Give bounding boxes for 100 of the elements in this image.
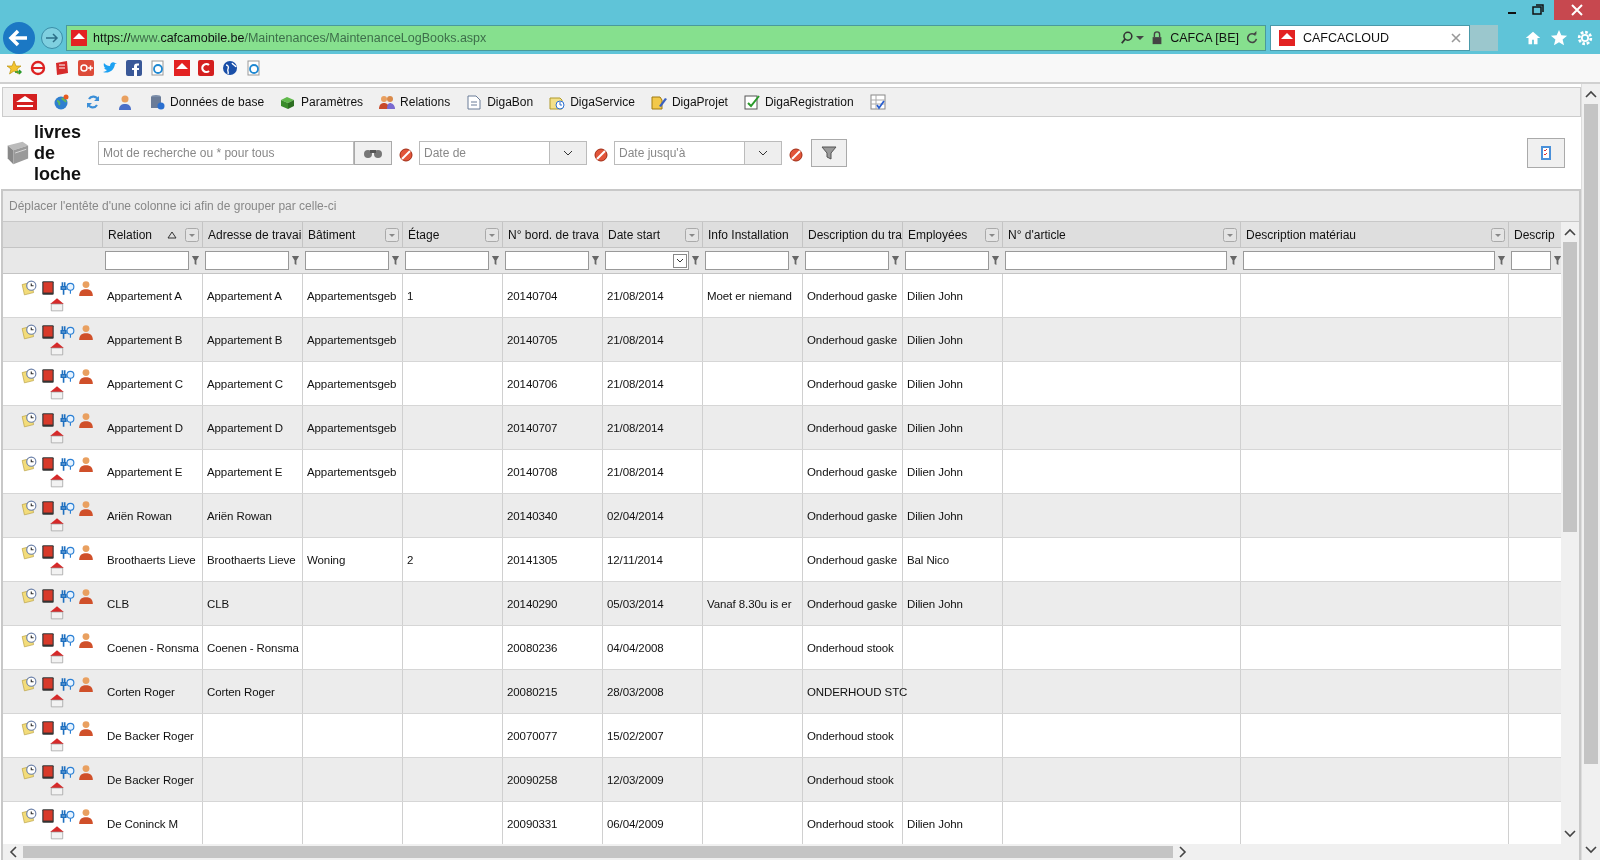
- toolbar-item[interactable]: Relations: [379, 94, 451, 110]
- person-icon[interactable]: [77, 807, 94, 824]
- column-menu-icon[interactable]: [485, 227, 499, 242]
- filter-field[interactable]: [1005, 251, 1227, 270]
- column-menu-icon[interactable]: [385, 227, 399, 242]
- table-row[interactable]: Appartement E Appartement E Appartementsgeb 20140708 21/08/2014 Onderhoud gaske Dilien John: [3, 450, 1561, 494]
- filter-field[interactable]: [1243, 251, 1495, 270]
- plug-icon[interactable]: [58, 411, 75, 428]
- column-header[interactable]: Description du tra: [803, 222, 903, 248]
- table-row[interactable]: De Backer Roger 20090258 12/03/2009 Onderhoud stook: [3, 758, 1561, 802]
- person-icon[interactable]: [77, 411, 94, 428]
- scroll-left-icon[interactable]: [9, 846, 17, 858]
- site-identity[interactable]: CAFCA [BE]: [1170, 31, 1239, 45]
- table-row[interactable]: Appartement A Appartement A Appartementsgeb 1 20140704 21/08/2014 Moet er niemand Onderhoud gaske Dilien John: [3, 274, 1561, 318]
- tablet-icon[interactable]: [39, 543, 56, 560]
- plug-icon[interactable]: [58, 499, 75, 516]
- clear-icon[interactable]: [594, 148, 608, 162]
- plug-icon[interactable]: [58, 631, 75, 648]
- site-logo-icon[interactable]: [174, 60, 190, 76]
- plug-icon[interactable]: [58, 807, 75, 824]
- toolbar-item[interactable]: Données de base: [149, 94, 265, 110]
- close-icon[interactable]: [1554, 0, 1600, 20]
- column-header[interactable]: Bâtiment: [303, 222, 403, 248]
- date-from-field[interactable]: Date de: [419, 141, 549, 165]
- toolbar-item[interactable]: Paramètres: [280, 94, 364, 110]
- plug-icon[interactable]: [58, 367, 75, 384]
- table-row[interactable]: Appartement C Appartement C Appartementsgeb 20140706 21/08/2014 Onderhoud gaske Dilien John: [3, 362, 1561, 406]
- tablet-icon[interactable]: [39, 367, 56, 384]
- date-to-field[interactable]: Date jusqu'à: [614, 141, 744, 165]
- column-header[interactable]: Descrip: [1509, 222, 1561, 248]
- tablet-icon[interactable]: [39, 587, 56, 604]
- star-add-icon[interactable]: [6, 60, 22, 76]
- column-menu-icon[interactable]: [1491, 227, 1505, 242]
- plug-icon[interactable]: [58, 279, 75, 296]
- url-text[interactable]: https://www.cafcamobile.be/Maintenances/MaintenanceLogBooks.aspx: [93, 31, 487, 45]
- scrollbar[interactable]: [1561, 222, 1579, 844]
- table-row[interactable]: Broothaerts Lieve Broothaerts Lieve Woning 2 20141305 12/11/2014 Onderhoud gaske Bal Nico: [3, 538, 1561, 582]
- column-menu-icon[interactable]: [985, 227, 999, 242]
- filter-icon[interactable]: [691, 255, 700, 266]
- person-icon[interactable]: [77, 587, 94, 604]
- table-row[interactable]: De Backer Roger 20070077 15/02/2007 Onderhoud stook: [3, 714, 1561, 758]
- person-icon[interactable]: [117, 94, 133, 110]
- tablet-icon[interactable]: [39, 279, 56, 296]
- filter-icon[interactable]: [491, 255, 500, 266]
- forward-icon[interactable]: [40, 26, 64, 50]
- toolbar-item[interactable]: DigaProjet: [650, 94, 728, 110]
- person-icon[interactable]: [77, 543, 94, 560]
- search-field[interactable]: Mot de recherche ou * pour tous: [98, 141, 354, 165]
- filter-field[interactable]: [705, 251, 789, 270]
- browser-tab[interactable]: CAFCACLOUD: [1270, 25, 1470, 51]
- filter-field[interactable]: [505, 251, 589, 270]
- scrollbar[interactable]: [3, 844, 1579, 860]
- filter-field[interactable]: [1511, 251, 1551, 270]
- person-icon[interactable]: [77, 763, 94, 780]
- filter-icon[interactable]: [1229, 255, 1238, 266]
- tablet-icon[interactable]: [39, 719, 56, 736]
- plug-icon[interactable]: [58, 543, 75, 560]
- table-row[interactable]: Corten Roger Corten Roger 20080215 28/03/2008 ONDERHOUD STC: [3, 670, 1561, 714]
- filter-icon[interactable]: [791, 255, 800, 266]
- column-header[interactable]: Étage: [403, 222, 503, 248]
- toolbar-item[interactable]: DigaService: [549, 94, 635, 110]
- facebook-icon[interactable]: [126, 60, 142, 76]
- bird-icon[interactable]: [102, 60, 118, 76]
- filter-icon[interactable]: [291, 255, 300, 266]
- person-icon[interactable]: [77, 719, 94, 736]
- plug-icon[interactable]: [58, 719, 75, 736]
- person-icon[interactable]: [77, 455, 94, 472]
- filter-icon[interactable]: [891, 255, 900, 266]
- column-header[interactable]: Description matériau: [1241, 222, 1509, 248]
- plug-icon[interactable]: [58, 763, 75, 780]
- globe-icon[interactable]: [222, 60, 238, 76]
- toolbar-item[interactable]: DigaBon: [466, 94, 534, 110]
- tablet-icon[interactable]: [39, 323, 56, 340]
- bookmark-icon[interactable]: [54, 60, 70, 76]
- google-plus-icon[interactable]: [78, 60, 94, 76]
- tablet-icon[interactable]: [39, 411, 56, 428]
- c-logo-icon[interactable]: [198, 60, 214, 76]
- search-button[interactable]: [354, 141, 392, 165]
- column-menu-icon[interactable]: [685, 227, 699, 242]
- tablet-icon[interactable]: [39, 499, 56, 516]
- toolbar-item[interactable]: DigaRegistration: [743, 94, 854, 110]
- filter-icon[interactable]: [991, 255, 1000, 266]
- person-icon[interactable]: [77, 279, 94, 296]
- scroll-down-icon[interactable]: [1564, 830, 1576, 838]
- column-header[interactable]: N° d'article: [1003, 222, 1241, 248]
- date-filter-field[interactable]: [605, 251, 689, 270]
- filter-icon[interactable]: [391, 255, 400, 266]
- column-header[interactable]: Date start: [603, 222, 703, 248]
- column-menu-icon[interactable]: [185, 227, 199, 242]
- person-icon[interactable]: [77, 675, 94, 692]
- column-header[interactable]: N° bord. de trava: [503, 222, 603, 248]
- clear-icon[interactable]: [789, 148, 803, 162]
- tablet-icon[interactable]: [39, 455, 56, 472]
- table-row[interactable]: Coenen - Ronsma Coenen - Ronsma 20080236 04/04/2008 Onderhoud stook: [3, 626, 1561, 670]
- filter-icon[interactable]: [1497, 255, 1506, 266]
- filter-field[interactable]: [405, 251, 489, 270]
- table-row[interactable]: Appartement B Appartement B Appartementsgeb 20140705 21/08/2014 Onderhoud gaske Dilien John: [3, 318, 1561, 362]
- close-tab-icon[interactable]: [1451, 33, 1461, 43]
- search-icon[interactable]: [1120, 31, 1135, 45]
- filter-button[interactable]: [811, 139, 847, 167]
